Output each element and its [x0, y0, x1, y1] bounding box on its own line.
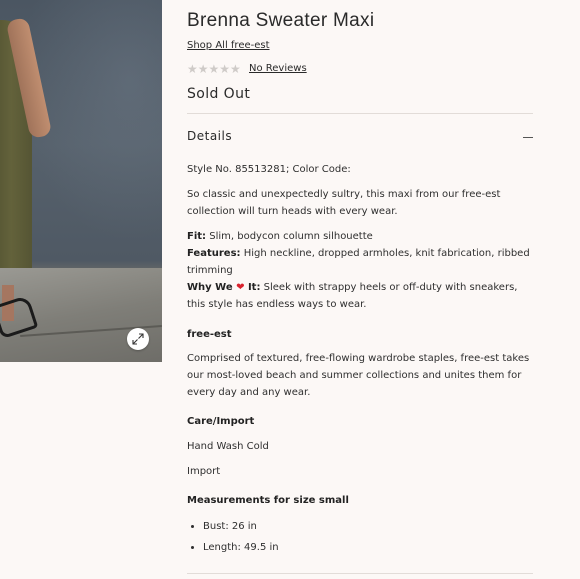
fit-line: Fit: Slim, bodycon column silhouette	[187, 228, 533, 245]
measurement-bust: Bust: 26 in	[203, 516, 533, 537]
product-image[interactable]	[0, 0, 162, 362]
minus-icon[interactable]	[523, 137, 533, 138]
care-origin: Import	[187, 466, 221, 477]
features-label: Features:	[187, 248, 241, 259]
care-wash: Hand Wash Cold	[187, 441, 269, 452]
rating-stars-icon: ★★★★★	[187, 62, 241, 76]
stock-status: Sold Out	[187, 86, 251, 102]
shop-all-link[interactable]: Shop All free-est	[187, 40, 270, 51]
brand-description: Comprised of textured, free-flowing ward…	[187, 353, 530, 398]
zoom-button[interactable]	[127, 328, 149, 350]
product-description: So classic and unexpectedly sultry, this…	[187, 189, 501, 217]
why-label-end: It:	[244, 282, 261, 293]
care-heading: Care/Import	[187, 416, 255, 427]
measurements-list: Bust: 26 in Length: 49.5 in	[187, 516, 533, 558]
why-we-love-line: Why We ❤ It: Sleek with strappy heels or…	[187, 279, 533, 313]
fit-text: Slim, bodycon column silhouette	[206, 231, 373, 242]
measurements-heading: Measurements for size small	[187, 495, 349, 506]
reviews-link[interactable]: No Reviews	[249, 63, 307, 74]
details-accordion-header[interactable]: Details	[187, 129, 533, 147]
divider	[187, 113, 533, 114]
divider-bottom	[187, 573, 533, 574]
measurement-length: Length: 49.5 in	[203, 537, 533, 558]
features-line: Features: High neckline, dropped armhole…	[187, 245, 533, 279]
expand-arrows-icon	[132, 333, 144, 345]
fit-label: Fit:	[187, 231, 207, 242]
product-title: Brenna Sweater Maxi	[187, 10, 375, 31]
brand-heading: free-est	[187, 329, 232, 340]
details-label: Details	[187, 129, 233, 143]
style-number: Style No. 85513281; Color Code:	[187, 164, 351, 175]
why-label-start: Why We	[187, 282, 237, 293]
